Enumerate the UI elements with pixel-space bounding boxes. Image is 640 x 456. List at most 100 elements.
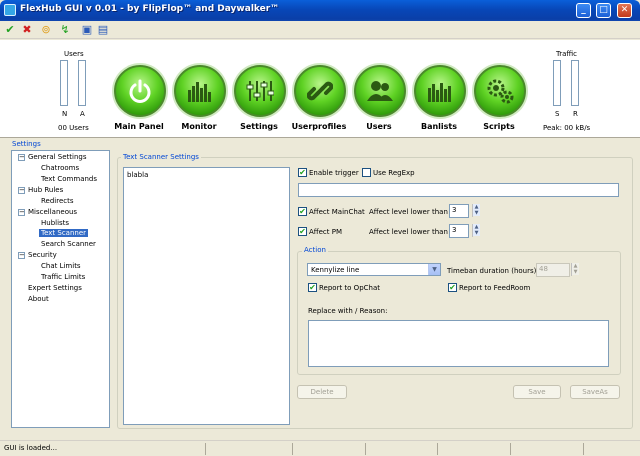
use-regexp-checkbox[interactable]	[362, 168, 371, 177]
spin-down-icon[interactable]: ▼	[473, 210, 480, 216]
report-feedroom-checkbox[interactable]: ✔	[448, 283, 457, 292]
status-bar: GUI is loaded...	[0, 440, 640, 456]
title-bar[interactable]: FlexHub GUI v 0.01 - by FlipFlop™ and Da…	[0, 0, 640, 21]
mainchat-level-spin[interactable]: ▲ ▼	[472, 204, 480, 217]
scripts-label: Scripts	[483, 122, 515, 131]
action-select[interactable]: Kennylize line ▼	[307, 263, 441, 276]
status-divider	[510, 443, 511, 455]
traffic-meter-r	[571, 60, 579, 106]
equalizer-icon	[176, 67, 224, 115]
expander-miscellaneous[interactable]: −	[18, 209, 25, 216]
pm-level-stepper[interactable]: 3	[449, 224, 469, 238]
users-meter-a-label: A	[80, 110, 85, 118]
save-button[interactable]: Save	[513, 385, 561, 399]
tree-item-redirects[interactable]: Redirects	[41, 197, 74, 205]
affect-mainchat-label: Affect MainChat	[309, 208, 365, 216]
banlists-button[interactable]	[414, 65, 466, 117]
traffic-peak: Peak: 00 kB/s	[543, 124, 591, 132]
affect-pm-checkbox[interactable]: ✔	[298, 227, 307, 236]
open-folder-icon[interactable]: ⊚	[39, 23, 53, 37]
tree-item-hublists[interactable]: Hublists	[41, 219, 69, 227]
save-as-icon[interactable]: ▤	[96, 23, 110, 37]
list-item[interactable]: blabla	[127, 171, 148, 179]
users-icon	[356, 67, 404, 115]
report-opchat-label: Report to OpChat	[319, 284, 380, 292]
cancel-icon[interactable]: ✖	[20, 23, 34, 37]
timeban-spin[interactable]: ▲ ▼	[571, 263, 579, 276]
affect-mainchat-checkbox[interactable]: ✔	[298, 207, 307, 216]
chevron-down-icon[interactable]: ▼	[428, 264, 440, 275]
spin-down-icon[interactable]: ▼	[473, 230, 480, 236]
tree-item-general-settings[interactable]: General Settings	[28, 153, 87, 161]
pm-level-label: Affect level lower than	[369, 228, 448, 236]
users-meter-title: Users	[64, 50, 84, 58]
text-scanner-legend: Text Scanner Settings	[121, 153, 201, 161]
power-icon	[116, 67, 164, 115]
traffic-meter-r-label: R	[573, 110, 578, 118]
scripts-button[interactable]	[474, 65, 526, 117]
expander-security[interactable]: −	[18, 252, 25, 259]
settings-button[interactable]	[234, 65, 286, 117]
users-meter-a	[78, 60, 86, 106]
bars-icon	[416, 67, 464, 115]
refresh-icon[interactable]: ↯	[58, 23, 72, 37]
pm-level-spin[interactable]: ▲ ▼	[472, 224, 480, 237]
status-divider	[437, 443, 438, 455]
settings-tree[interactable]: − General Settings Chatrooms Text Comman…	[11, 150, 110, 428]
trigger-text-input[interactable]	[298, 183, 619, 197]
chain-link-icon	[296, 67, 344, 115]
enable-trigger-label: Enable trigger	[309, 169, 359, 177]
status-divider	[365, 443, 366, 455]
mainchat-level-stepper[interactable]: 3	[449, 204, 469, 218]
settings-legend: Settings	[12, 140, 41, 148]
tree-item-chatrooms[interactable]: Chatrooms	[41, 164, 79, 172]
status-divider	[292, 443, 293, 455]
replace-reason-label: Replace with / Reason:	[308, 307, 388, 315]
tree-item-text-commands[interactable]: Text Commands	[41, 175, 97, 183]
tree-item-hub-rules[interactable]: Hub Rules	[28, 186, 63, 194]
tree-item-text-scanner[interactable]: Text Scanner	[39, 229, 89, 237]
toolbar: ✔ ✖ ⊚ ↯ ▣ ▤	[0, 21, 640, 39]
traffic-meter-s-label: S	[555, 110, 560, 118]
tree-item-chat-limits[interactable]: Chat Limits	[41, 262, 81, 270]
spin-down-icon[interactable]: ▼	[572, 269, 579, 275]
tree-item-search-scanner[interactable]: Search Scanner	[41, 240, 96, 248]
save-as-button[interactable]: SaveAs	[570, 385, 620, 399]
close-button[interactable]: ✕	[617, 3, 632, 18]
mainchat-level-label: Affect level lower than	[369, 208, 448, 216]
expander-general-settings[interactable]: −	[18, 154, 25, 161]
users-button[interactable]	[354, 65, 406, 117]
tree-item-about[interactable]: About	[28, 295, 49, 303]
users-meter-n-label: N	[62, 110, 68, 118]
delete-button[interactable]: Delete	[297, 385, 347, 399]
main-panel-button[interactable]	[114, 65, 166, 117]
expander-hub-rules[interactable]: −	[18, 187, 25, 194]
tree-item-miscellaneous[interactable]: Miscellaneous	[28, 208, 77, 216]
tree-item-security[interactable]: Security	[28, 251, 57, 259]
minimize-button[interactable]: _	[576, 3, 591, 18]
action-selected-value: Kennylize line	[311, 266, 360, 274]
users-count: 00 Users	[58, 124, 89, 132]
maximize-button[interactable]: □	[596, 3, 611, 18]
tree-item-traffic-limits[interactable]: Traffic Limits	[41, 273, 85, 281]
tree-item-expert-settings[interactable]: Expert Settings	[28, 284, 82, 292]
users-meter-n	[60, 60, 68, 106]
affect-pm-label: Affect PM	[309, 228, 342, 236]
trigger-list[interactable]: blabla	[123, 167, 290, 425]
sliders-icon	[236, 67, 284, 115]
traffic-meter-s	[553, 60, 561, 106]
replace-reason-input[interactable]	[308, 320, 609, 367]
userprofiles-button[interactable]	[294, 65, 346, 117]
enable-trigger-checkbox[interactable]: ✔	[298, 168, 307, 177]
timeban-stepper[interactable]: 48	[536, 263, 570, 277]
gears-icon	[476, 67, 524, 115]
pm-level-value: 3	[452, 226, 457, 234]
report-feedroom-label: Report to FeedRoom	[459, 284, 531, 292]
save-icon[interactable]: ▣	[80, 23, 94, 37]
use-regexp-label: Use RegExp	[373, 169, 415, 177]
action-legend: Action	[302, 246, 328, 254]
check-icon[interactable]: ✔	[3, 23, 17, 37]
mainchat-level-value: 3	[452, 206, 457, 214]
report-opchat-checkbox[interactable]: ✔	[308, 283, 317, 292]
monitor-button[interactable]	[174, 65, 226, 117]
